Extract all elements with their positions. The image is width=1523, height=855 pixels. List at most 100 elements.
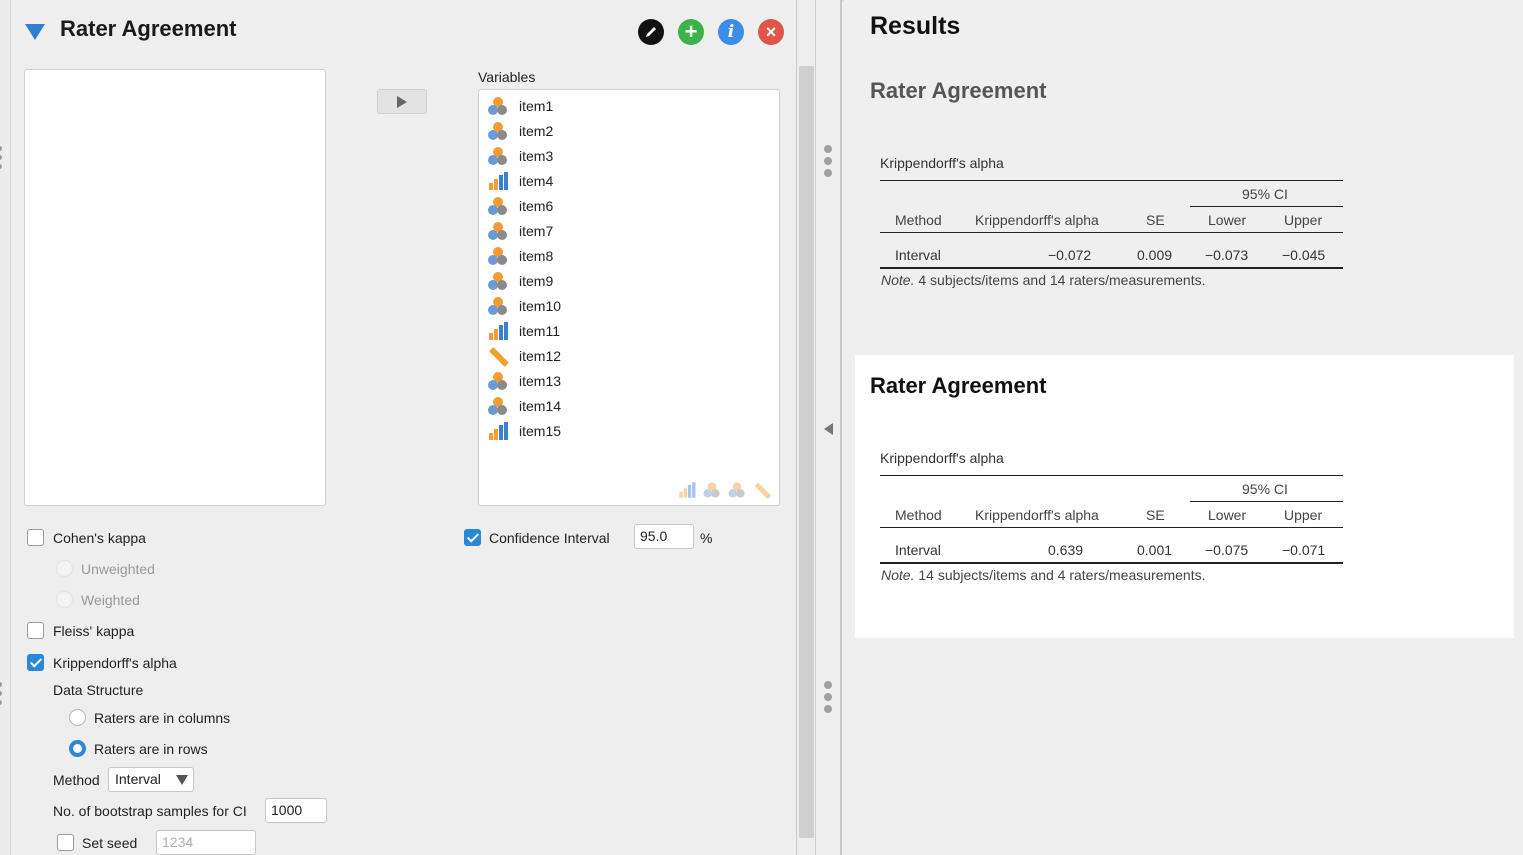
collapse-left-icon[interactable]	[824, 423, 833, 435]
variable-name: item7	[519, 223, 554, 239]
table-cell: −0.073	[1205, 247, 1249, 263]
result-heading: Rater Agreement	[870, 78, 1047, 103]
variable-item[interactable]: item11	[487, 320, 560, 342]
column-header: Lower	[1208, 212, 1247, 228]
results-panel: Results Rater Agreement Krippendorff's al…	[844, 0, 1523, 855]
fleiss-kappa-label: Fleiss' kappa	[53, 623, 135, 639]
variable-item[interactable]: item9	[487, 270, 553, 292]
bootstrap-samples-input[interactable]: 1000	[265, 798, 327, 823]
table-cell: 0.009	[1137, 247, 1173, 263]
column-header: Method	[895, 507, 942, 523]
variable-name: item11	[519, 323, 560, 339]
variable-item[interactable]: item12	[487, 345, 561, 367]
panel-splitter[interactable]	[816, 0, 842, 855]
krippendorff-alpha-label: Krippendorff's alpha	[53, 655, 177, 671]
variable-name: item3	[519, 148, 554, 164]
header-rule	[880, 232, 1343, 233]
info-button[interactable]: i	[718, 19, 744, 45]
table-cell: 0.001	[1137, 542, 1173, 558]
cohens-kappa-checkbox[interactable]	[27, 529, 44, 546]
variable-name: item14	[519, 398, 562, 414]
variable-name: item4	[519, 173, 554, 189]
table-cell: 0.639	[1048, 542, 1084, 558]
raters-columns-label: Raters are in columns	[94, 710, 231, 726]
note-text: 14 subjects/items and 4 raters/measureme…	[914, 567, 1206, 583]
variable-name: item12	[519, 348, 562, 364]
variable-item[interactable]: item14	[487, 395, 561, 417]
drag-handle-top[interactable]	[0, 146, 3, 169]
collapse-triangle-icon[interactable]	[25, 24, 45, 40]
nominal-icon	[487, 121, 509, 141]
variables-target-list[interactable]: item1 item2 item3 item4 item6 item7 item8 item9…	[478, 89, 780, 506]
confidence-interval-checkbox[interactable]	[464, 529, 481, 546]
variable-item[interactable]: item7	[487, 220, 553, 242]
variable-item[interactable]: item10	[487, 295, 561, 317]
drag-handle-bottom[interactable]	[0, 682, 3, 705]
set-seed-label: Set seed	[82, 835, 138, 851]
variable-item[interactable]: item3	[487, 145, 553, 167]
options-scrollbar[interactable]	[799, 66, 814, 838]
variable-name: item2	[519, 123, 554, 139]
table-caption: Krippendorff's alpha	[880, 155, 1004, 171]
edit-title-button[interactable]	[638, 19, 664, 45]
variable-item[interactable]: item8	[487, 245, 553, 267]
ordinal-icon	[487, 321, 509, 341]
header-rule	[880, 527, 1343, 528]
fleiss-kappa-checkbox[interactable]	[27, 622, 44, 639]
column-header: Krippendorff's alpha	[975, 507, 1099, 523]
variable-item[interactable]: item13	[487, 370, 561, 392]
variable-name: item9	[519, 273, 554, 289]
raters-rows-radio[interactable]	[69, 740, 86, 757]
bootstrap-samples-label: No. of bootstrap samples for CI	[53, 803, 247, 819]
table-cell: −0.072	[1048, 247, 1092, 263]
nominal-icon	[487, 196, 509, 216]
splitter-handle-bottom[interactable]	[824, 681, 832, 713]
table-cell: −0.045	[1282, 247, 1326, 263]
note-text: 4 subjects/items and 14 raters/measureme…	[914, 272, 1206, 288]
variable-name: item15	[519, 423, 562, 439]
note-label: Note.	[881, 567, 915, 583]
close-analysis-button[interactable]: ×	[758, 19, 784, 45]
variable-item[interactable]: item6	[487, 195, 553, 217]
splitter-handle-top[interactable]	[824, 145, 832, 177]
variable-item[interactable]: item2	[487, 120, 553, 142]
table-cell: Interval	[895, 542, 941, 558]
move-variable-button[interactable]	[377, 89, 427, 114]
method-dropdown[interactable]: Interval	[108, 767, 194, 792]
nominal-icon	[487, 146, 509, 166]
raters-columns-radio[interactable]	[69, 709, 86, 726]
variable-item[interactable]: item1	[487, 95, 553, 117]
table-bottom-rule	[880, 267, 1343, 269]
table-top-rule	[880, 180, 1343, 181]
table-cell: −0.071	[1282, 542, 1326, 558]
available-variables-list[interactable]	[24, 69, 326, 506]
variable-name: item10	[519, 298, 562, 314]
raters-rows-label: Raters are in rows	[94, 741, 208, 757]
column-header: Upper	[1284, 507, 1323, 523]
ordinal-icon	[487, 171, 509, 191]
table-note: Note. 14 subjects/items and 4 raters/mea…	[881, 567, 1206, 583]
table-bottom-rule	[880, 562, 1343, 564]
nominal-text-icon	[728, 482, 747, 499]
add-analysis-button[interactable]: +	[678, 19, 704, 45]
unweighted-radio[interactable]	[56, 560, 73, 577]
nominal-icon	[487, 96, 509, 116]
nominal-icon	[487, 271, 509, 291]
weighted-radio[interactable]	[56, 591, 73, 608]
confidence-interval-input[interactable]: 95.0	[634, 524, 694, 549]
pencil-icon	[646, 27, 656, 37]
arrow-right-icon	[397, 95, 407, 108]
seed-input[interactable]: 1234	[156, 830, 256, 855]
krippendorff-alpha-checkbox[interactable]	[27, 654, 44, 671]
set-seed-checkbox[interactable]	[57, 834, 74, 851]
allowed-types-hint	[676, 480, 773, 500]
variable-item[interactable]: item4	[487, 170, 553, 192]
analysis-options-panel: Rater Agreement + i × Variables item1 ite…	[0, 0, 797, 855]
variable-item[interactable]: item15	[487, 420, 561, 442]
result-block-selected[interactable]: Rater Agreement Krippendorff's alpha 95% C…	[855, 355, 1514, 638]
result-block[interactable]: Rater Agreement Krippendorff's alpha 95% C…	[855, 60, 1514, 340]
table-cell: Interval	[895, 247, 941, 263]
column-header: Krippendorff's alpha	[975, 212, 1099, 228]
left-edge-strip	[0, 0, 11, 855]
ordinal-icon	[678, 482, 697, 499]
